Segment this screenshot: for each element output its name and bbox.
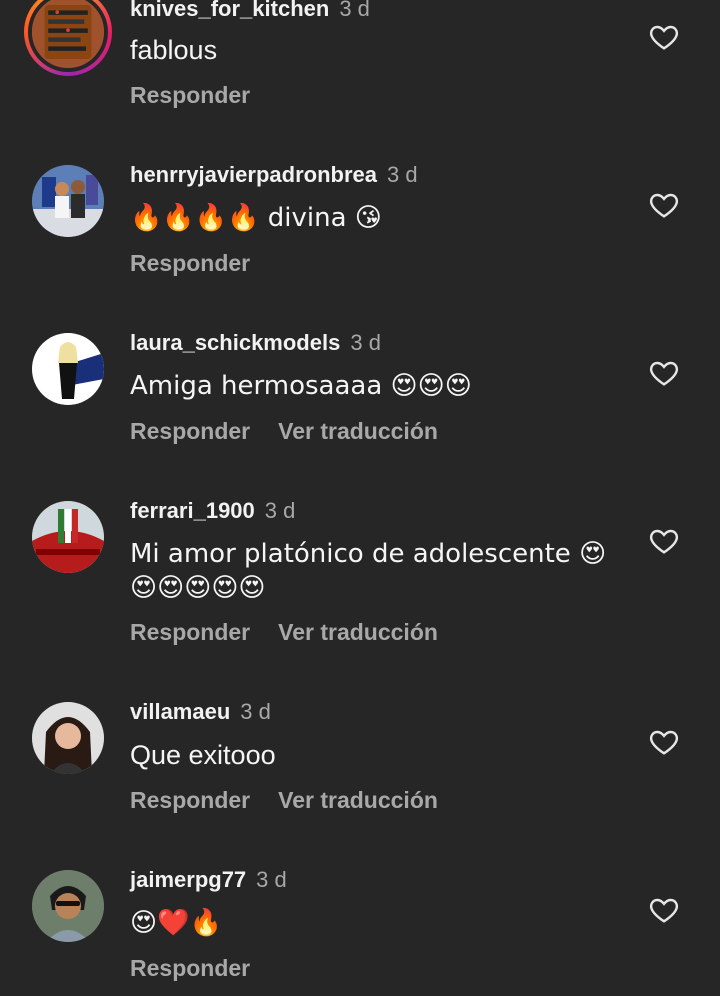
avatar[interactable] <box>32 702 104 774</box>
comment-text: 😍❤️🔥 <box>130 908 222 938</box>
avatar-image <box>32 0 104 68</box>
avatar[interactable] <box>32 870 104 942</box>
comment-username[interactable]: villamaeu <box>130 699 230 724</box>
avatar[interactable] <box>32 501 104 573</box>
comment-text: 🔥🔥🔥🔥 divina 😘 <box>130 203 382 233</box>
comment-time: 3 d <box>350 330 381 355</box>
avatar-image <box>32 165 104 237</box>
like-button[interactable] <box>648 525 680 557</box>
comment-time: 3 d <box>240 699 271 724</box>
comment-time: 3 d <box>264 498 296 523</box>
like-button[interactable] <box>648 894 680 926</box>
comment-username[interactable]: ferrari_1900 <box>130 498 255 523</box>
avatar[interactable] <box>32 333 104 405</box>
reply-button[interactable]: Responder <box>130 82 250 108</box>
comment-username[interactable]: knives_for_kitchen <box>130 0 329 21</box>
reply-button[interactable]: Responder <box>130 250 250 276</box>
comment-text: Amiga hermosaaaa 😍😍😍 <box>130 371 472 401</box>
like-button[interactable] <box>648 726 680 758</box>
comment-username[interactable]: laura_schickmodels <box>130 330 340 355</box>
translate-button[interactable]: Ver traducción <box>278 619 438 645</box>
comment-text: Mi amor platónico de adolescente 😍 😍😍😍😍😍 <box>130 539 607 603</box>
comment-username[interactable]: jaimerpg77 <box>130 867 246 892</box>
comment-username[interactable]: henrryjavierpadronbrea <box>130 162 377 187</box>
avatar-image <box>32 501 104 573</box>
comment-time: 3 d <box>339 0 370 21</box>
comment-time: 3 d <box>256 867 287 892</box>
comment-text: Que exitooo <box>130 740 276 770</box>
avatar[interactable] <box>32 165 104 237</box>
heart-outline-icon <box>649 193 679 218</box>
reply-button[interactable]: Responder <box>130 418 250 444</box>
avatar-image <box>32 702 104 774</box>
like-button[interactable] <box>648 21 680 53</box>
comment-text: fablous <box>130 35 218 65</box>
comment-time: 3 d <box>386 162 418 187</box>
reply-button[interactable]: Responder <box>130 787 250 813</box>
heart-outline-icon <box>649 25 679 50</box>
heart-outline-icon <box>649 529 679 554</box>
reply-button[interactable]: Responder <box>130 955 250 981</box>
avatar-image <box>32 333 104 405</box>
heart-outline-icon <box>649 361 679 386</box>
like-button[interactable] <box>648 189 680 221</box>
avatar[interactable] <box>24 0 112 76</box>
translate-button[interactable]: Ver traducción <box>278 418 438 444</box>
avatar-image <box>32 870 104 942</box>
heart-outline-icon <box>649 898 679 923</box>
like-button[interactable] <box>648 357 680 389</box>
translate-button[interactable]: Ver traducción <box>278 787 438 813</box>
heart-outline-icon <box>649 730 679 755</box>
reply-button[interactable]: Responder <box>130 619 250 645</box>
